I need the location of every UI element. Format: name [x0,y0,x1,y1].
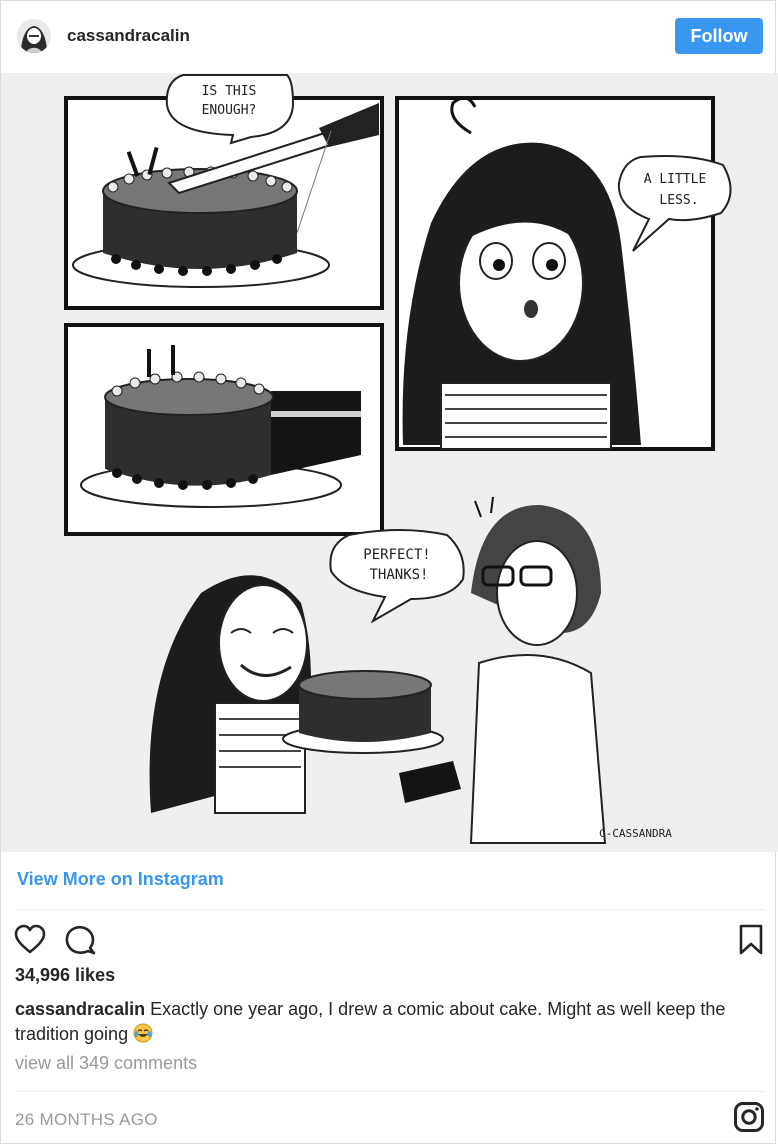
view-more-link[interactable]: View More on Instagram [17,869,224,890]
bubble-2-line-1: A LITTLE [644,172,707,187]
bubble-2-line-2: LESS. [659,193,698,208]
comic-image[interactable]: IS THIS ENOUGH? A LITTLE LESS. PERFECT! … [1,73,778,852]
heart-icon[interactable] [13,923,47,962]
instagram-icon[interactable] [733,1101,765,1138]
comic-panel-3 [64,323,384,536]
artist-signature: C-CASSANDRA [599,827,672,840]
post-header: cassandracalin Follow [1,1,777,71]
instagram-embed: cassandracalin Follow IS THIS ENOUGH? A … [0,0,778,1144]
username[interactable]: cassandracalin [67,26,675,46]
comic-panel-2 [395,96,715,451]
bookmark-icon[interactable] [737,923,765,962]
bubble-1-line-1: IS THIS [202,84,257,99]
caption-username[interactable]: cassandracalin [15,999,145,1019]
laughing-tears-emoji [133,1023,153,1050]
bubble-1-line-2: ENOUGH? [202,103,257,118]
bubble-3-line-1: PERFECT! [363,547,430,563]
view-comments-link[interactable]: view all 349 comments [15,1053,197,1074]
speech-bubble-3: PERFECT! THANKS! [329,529,465,624]
avatar[interactable] [17,19,51,53]
follow-button[interactable]: Follow [675,18,763,54]
post-caption: cassandracalin Exactly one year ago, I d… [15,997,765,1050]
comment-icon[interactable] [63,923,97,962]
divider [15,909,765,910]
action-bar [13,923,765,957]
divider [15,1091,765,1092]
post-timestamp[interactable]: 26 MONTHS AGO [15,1110,158,1130]
bubble-3-line-2: THANKS! [369,567,428,583]
likes-count[interactable]: 34,996 likes [15,965,115,986]
